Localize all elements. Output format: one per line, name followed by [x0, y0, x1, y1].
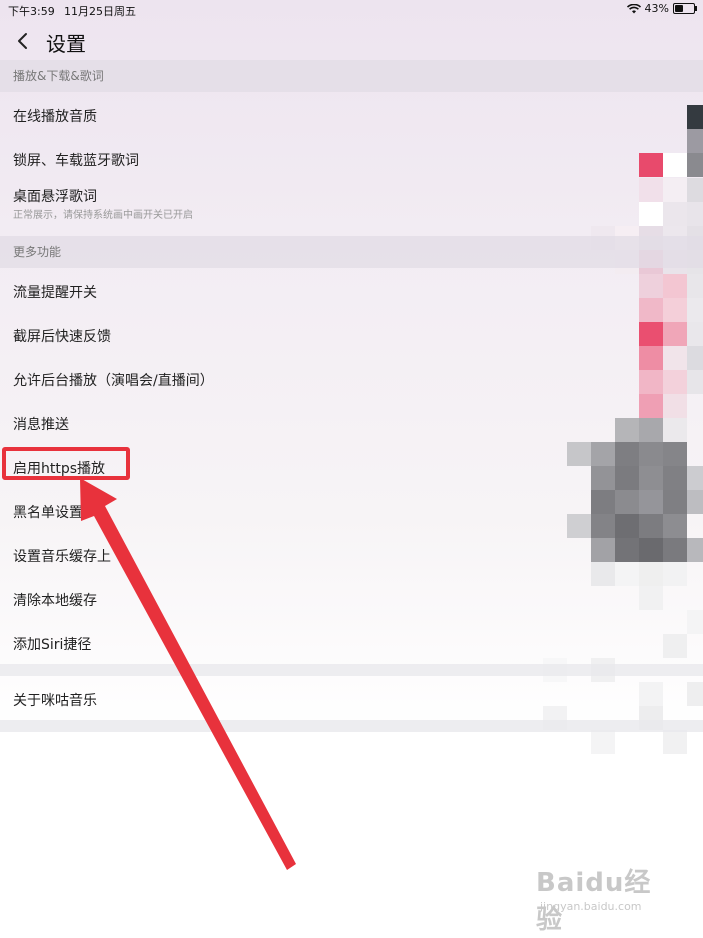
watermark-brand: Baidu经验: [536, 868, 652, 935]
watermark-url: jingyan.baidu.com: [540, 900, 642, 913]
red-arrow-icon: [80, 478, 296, 870]
baidu-watermark: Baidu经验 jingyan.baidu.com: [536, 862, 676, 935]
